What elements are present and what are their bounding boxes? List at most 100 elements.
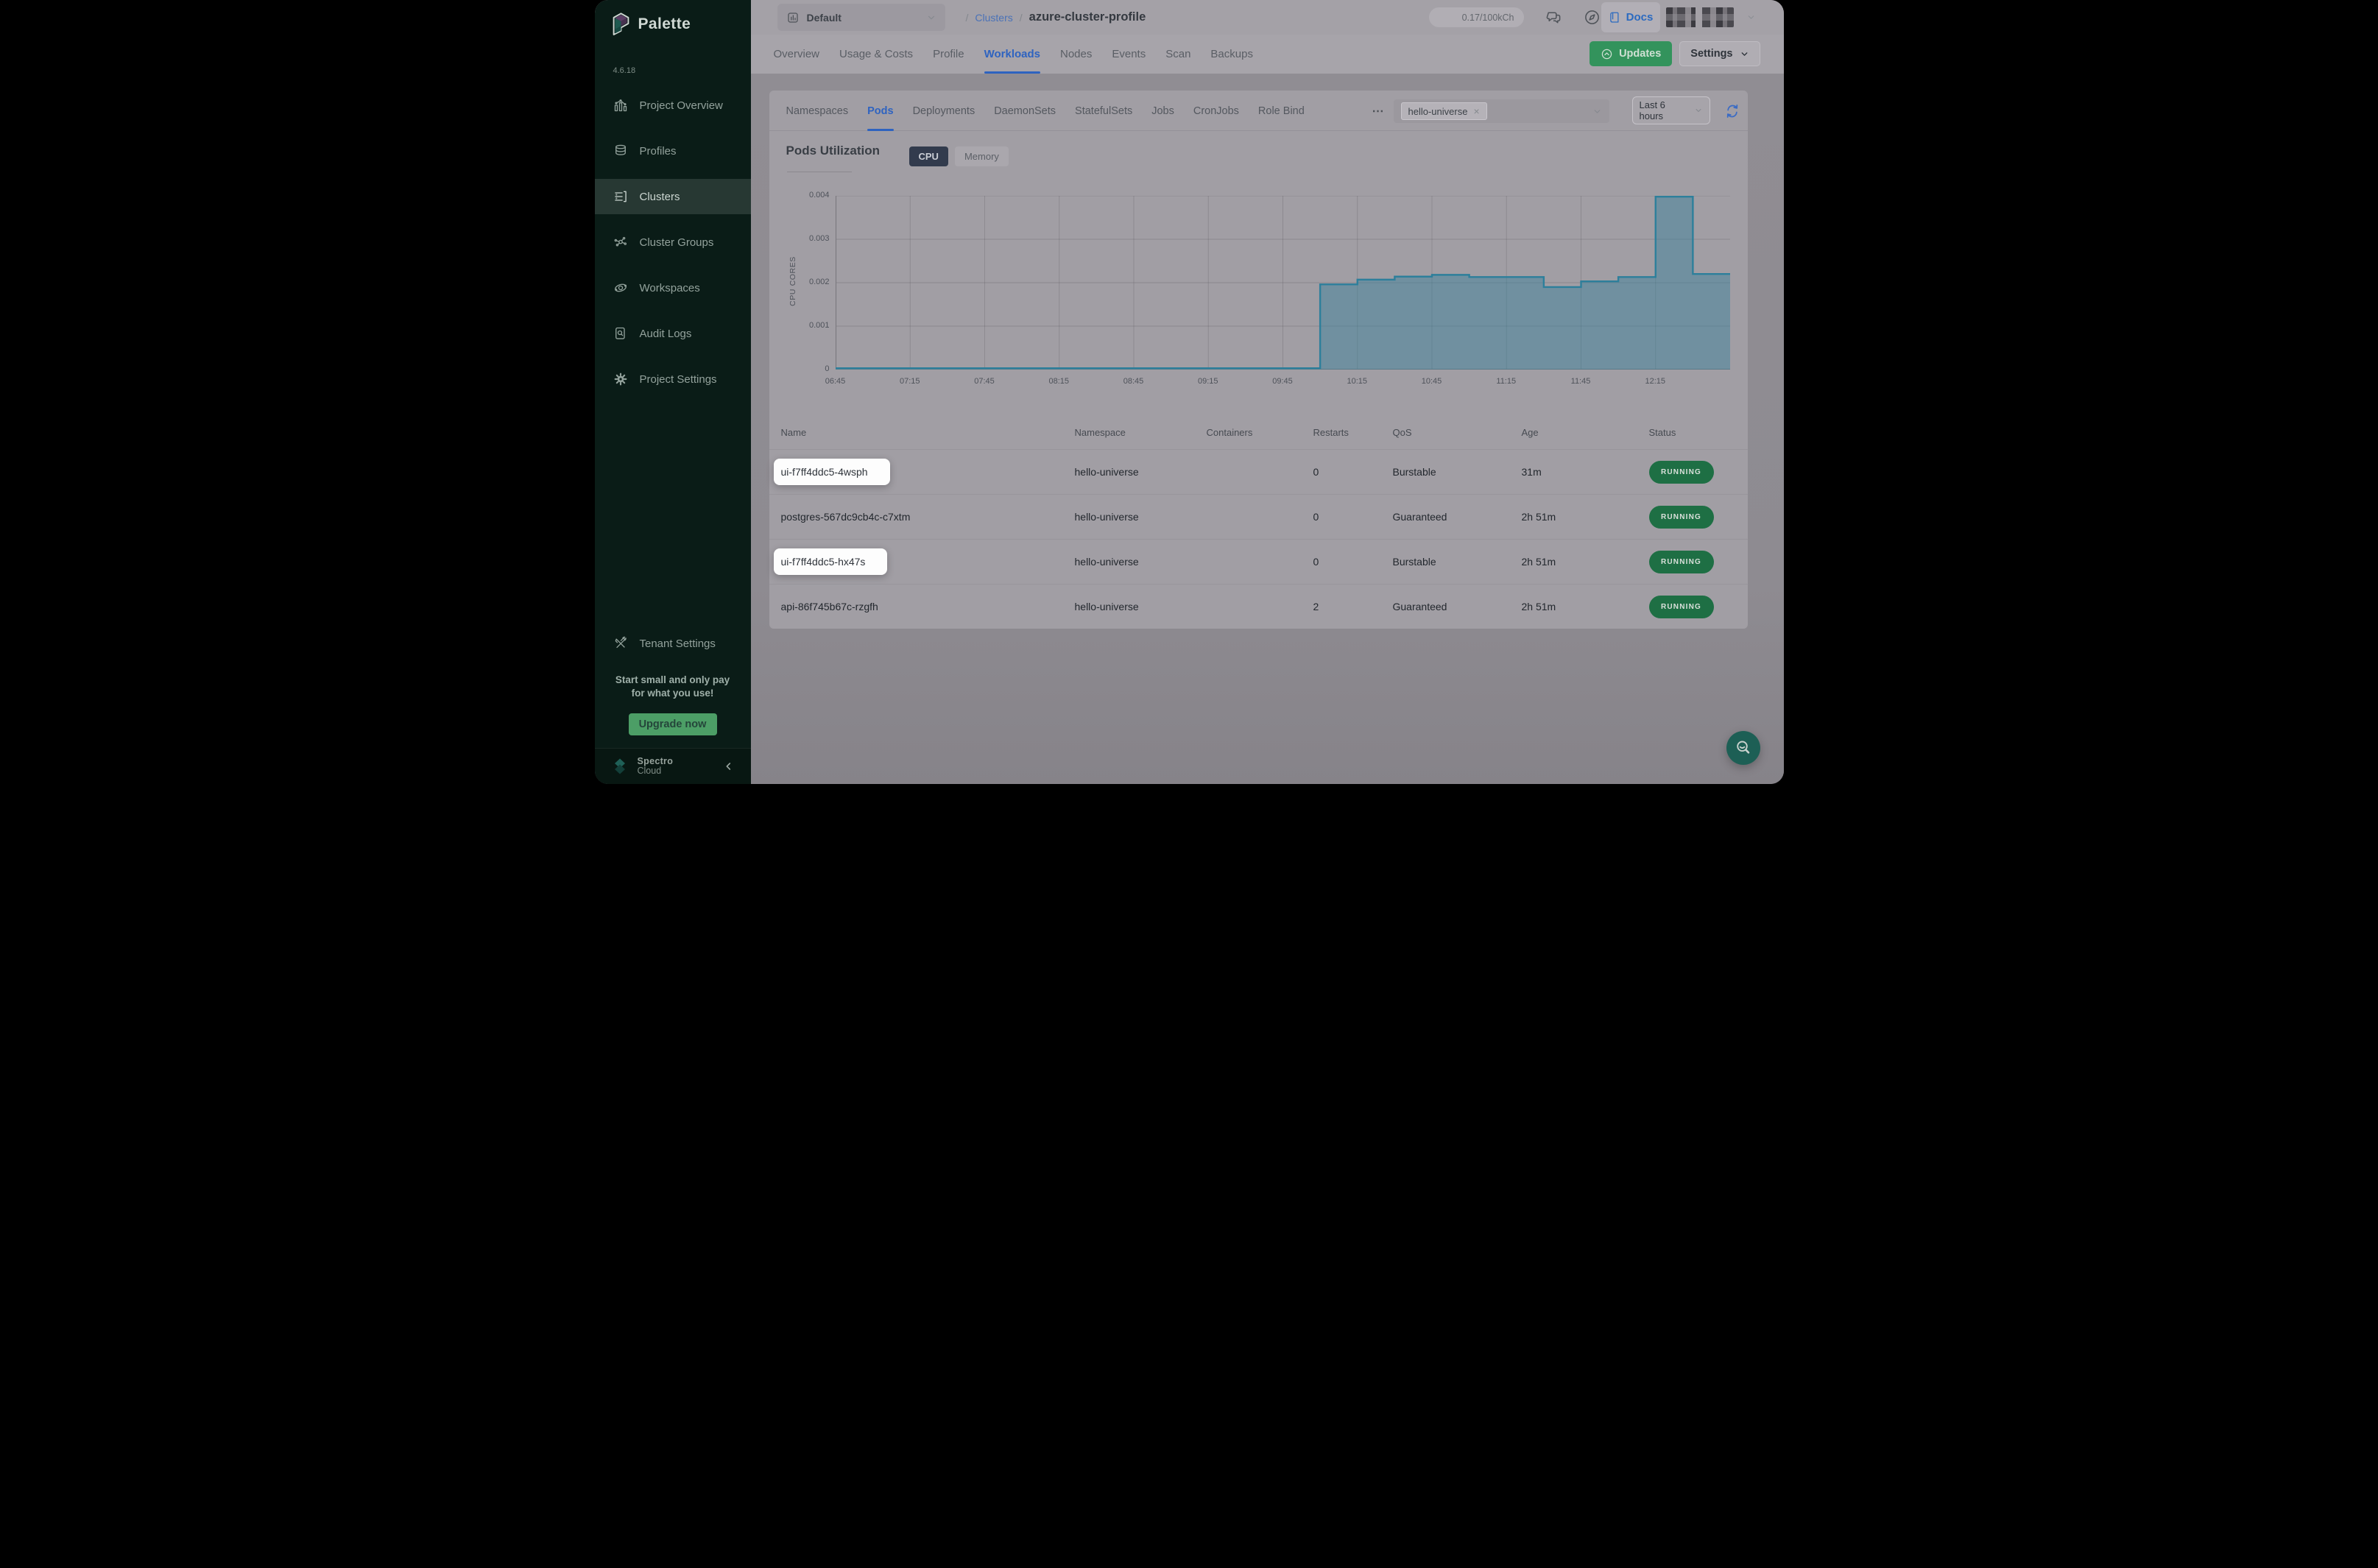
workload-tab-daemonsets[interactable]: DaemonSets [994, 91, 1056, 131]
tabs-overflow-button[interactable]: ⋯ [1372, 91, 1384, 131]
sidebar-item-clusters[interactable]: Clusters [595, 179, 751, 214]
workload-tab-pods[interactable]: Pods [867, 91, 893, 131]
time-range-select[interactable]: Last 6 hours [1632, 96, 1710, 124]
main-area: Default / Clusters / azure-cluster-profi… [751, 0, 1784, 784]
chip-remove-icon[interactable]: × [1473, 105, 1479, 117]
compass-icon[interactable] [1584, 9, 1601, 26]
project-selector[interactable]: Default [777, 4, 945, 31]
settings-button[interactable]: Settings [1679, 41, 1760, 66]
workload-tab-jobs[interactable]: Jobs [1151, 91, 1174, 131]
workload-tab-statefulsets[interactable]: StatefulSets [1075, 91, 1132, 131]
sidebar-item-label: Audit Logs [640, 328, 692, 340]
docs-button[interactable]: Docs [1601, 2, 1660, 32]
column-header-age: Age [1522, 427, 1649, 438]
tab-nodes[interactable]: Nodes [1060, 35, 1092, 74]
x-tick-label: 07:45 [962, 377, 1006, 386]
updates-button[interactable]: Updates [1590, 41, 1672, 66]
pod-name-cell: postgres-567dc9cb4c-c7xtm [769, 511, 1075, 523]
cpu-utilization-chart: CPU CORES 00.0010.0020.0030.004 06:4507:… [769, 196, 1748, 402]
time-range-value: Last 6 hours [1640, 99, 1689, 121]
column-header-namespace: Namespace [1075, 427, 1207, 438]
sidebar-item-tenant-settings[interactable]: Tenant Settings [595, 626, 751, 661]
pod-age: 31m [1522, 466, 1649, 478]
search-assistant-fab[interactable] [1726, 731, 1760, 765]
topbar: Default / Clusters / azure-cluster-profi… [751, 0, 1784, 35]
status-badge: RUNNING [1649, 596, 1714, 618]
workload-tab-cronjobs[interactable]: CronJobs [1193, 91, 1239, 131]
pod-name: postgres-567dc9cb4c-c7xtm [781, 511, 911, 523]
orbit-icon [613, 280, 628, 295]
tab-scan[interactable]: Scan [1165, 35, 1190, 74]
sidebar: Palette 4.6.18 Project Overview Profiles C… [595, 0, 751, 784]
promo-line2: for what you use! [595, 687, 751, 700]
updates-label: Updates [1619, 48, 1661, 60]
book-icon [1608, 11, 1621, 24]
sidebar-item-audit-logs[interactable]: Audit Logs [595, 316, 751, 351]
chevron-down-icon [1740, 49, 1749, 59]
column-header-qos: QoS [1393, 427, 1522, 438]
refresh-icon[interactable] [1724, 103, 1740, 119]
circle-up-icon [1601, 48, 1613, 60]
page-title: azure-cluster-profile [1029, 10, 1146, 24]
app-version: 4.6.18 [613, 66, 636, 75]
tab-backups[interactable]: Backups [1210, 35, 1253, 74]
x-tick-label: 10:45 [1410, 377, 1454, 386]
pod-qos: Burstable [1393, 556, 1522, 568]
sidebar-item-cluster-groups[interactable]: Cluster Groups [595, 225, 751, 260]
pod-namespace: hello-universe [1075, 466, 1207, 478]
tab-profile[interactable]: Profile [933, 35, 964, 74]
column-header-restarts: Restarts [1313, 427, 1393, 438]
workloads-card: Namespaces Pods Deployments DaemonSets State… [769, 91, 1748, 629]
sidebar-bottom: Tenant Settings [595, 626, 751, 671]
pod-qos: Guaranteed [1393, 601, 1522, 612]
namespace-filter-select[interactable]: hello-universe × [1394, 99, 1609, 123]
workload-tab-role-bind[interactable]: Role Bind [1258, 91, 1304, 131]
y-tick-label: 0.002 [778, 278, 830, 286]
pod-restarts: 0 [1313, 511, 1393, 523]
sidebar-item-project-overview[interactable]: Project Overview [595, 88, 751, 123]
tab-events[interactable]: Events [1112, 35, 1146, 74]
status-badge: RUNNING [1649, 461, 1714, 484]
utilization-header: Pods Utilization [786, 144, 881, 158]
pods-table: NameNamespaceContainersRestartsQoSAgeSta… [769, 415, 1748, 629]
sidebar-item-workspaces[interactable]: Workspaces [595, 270, 751, 306]
sidebar-item-label: Project Settings [640, 373, 717, 386]
breadcrumb-link-clusters[interactable]: Clusters [975, 12, 1012, 24]
chevron-down-icon [926, 13, 936, 23]
breadcrumb: / Clusters / azure-cluster-profile [966, 0, 1146, 35]
sidebar-item-label: Clusters [640, 191, 680, 203]
cluster-tabs: Overview Usage & Costs Profile Workloads Nod… [774, 35, 1253, 74]
chart-select-icon [786, 11, 800, 24]
sidebar-item-profiles[interactable]: Profiles [595, 133, 751, 169]
column-header-status: Status [1649, 427, 1748, 438]
toggle-cpu[interactable]: CPU [909, 146, 948, 166]
sidebar-item-project-settings[interactable]: Project Settings [595, 361, 751, 397]
tab-usage-costs[interactable]: Usage & Costs [839, 35, 913, 74]
tab-workloads[interactable]: Workloads [984, 35, 1040, 74]
app-name: Palette [638, 15, 691, 33]
bar-chart-icon [613, 98, 628, 113]
pod-status-cell: RUNNING [1649, 506, 1748, 529]
audit-icon [613, 326, 628, 341]
toggle-memory[interactable]: Memory [955, 146, 1009, 166]
table-body: ui-f7ff4ddc5-4wsphhello-universe0Burstab… [769, 449, 1748, 629]
tab-overview[interactable]: Overview [774, 35, 820, 74]
spectro-cloud-wordmark: Spectro Cloud [638, 757, 674, 776]
breadcrumb-separator: / [966, 12, 969, 24]
settings-label: Settings [1690, 48, 1732, 60]
x-tick-label: 12:15 [1633, 377, 1677, 386]
user-menu-chevron-icon[interactable] [1746, 13, 1756, 22]
chat-icon[interactable] [1545, 9, 1562, 26]
pod-name: api-86f745b67c-rzgfh [781, 601, 878, 612]
workload-tab-deployments[interactable]: Deployments [913, 91, 975, 131]
collapse-sidebar-button[interactable] [723, 760, 735, 772]
y-tick-label: 0.004 [778, 191, 830, 199]
table-header-row: NameNamespaceContainersRestartsQoSAgeSta… [769, 415, 1748, 449]
sidebar-item-label: Profiles [640, 145, 677, 158]
workload-tab-namespaces[interactable]: Namespaces [786, 91, 849, 131]
upgrade-now-button[interactable]: Upgrade now [629, 713, 717, 735]
promo-line1: Start small and only pay [595, 674, 751, 687]
sidebar-item-label: Cluster Groups [640, 236, 714, 249]
pod-status-cell: RUNNING [1649, 551, 1748, 573]
project-selector-value: Default [807, 12, 842, 24]
